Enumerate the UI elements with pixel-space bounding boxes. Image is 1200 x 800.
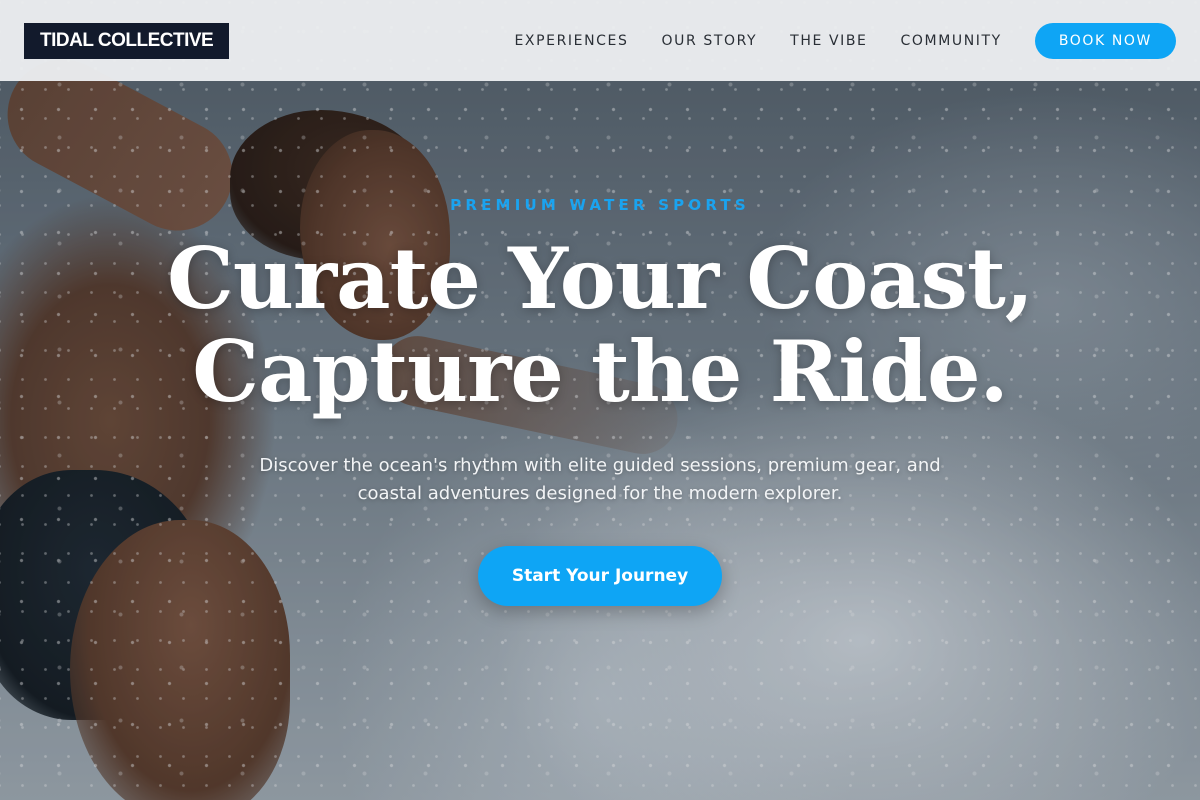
top-navigation: TIDAL COLLECTIVE EXPERIENCES OUR STORY T…	[0, 0, 1200, 81]
hero-headline-line-2: Capture the Ride.	[192, 322, 1009, 421]
nav-link-the-vibe[interactable]: THE VIBE	[790, 33, 867, 49]
book-now-button[interactable]: BOOK NOW	[1034, 22, 1176, 59]
hero-eyebrow: PREMIUM WATER SPORTS	[450, 196, 750, 214]
hero-subtext: Discover the ocean's rhythm with elite g…	[259, 455, 941, 504]
start-journey-button[interactable]: Start Your Journey	[478, 546, 722, 606]
hero-headline: Curate Your Coast, Capture the Ride.	[0, 232, 1200, 418]
nav-link-experiences[interactable]: EXPERIENCES	[514, 33, 628, 49]
nav-link-our-story[interactable]: OUR STORY	[661, 33, 757, 49]
brand-logo[interactable]: TIDAL COLLECTIVE	[24, 22, 230, 59]
main-menu: EXPERIENCES OUR STORY THE VIBE COMMUNITY…	[514, 22, 1176, 59]
hero-headline-line-1: Curate Your Coast,	[166, 229, 1034, 328]
nav-link-community[interactable]: COMMUNITY	[901, 33, 1002, 49]
